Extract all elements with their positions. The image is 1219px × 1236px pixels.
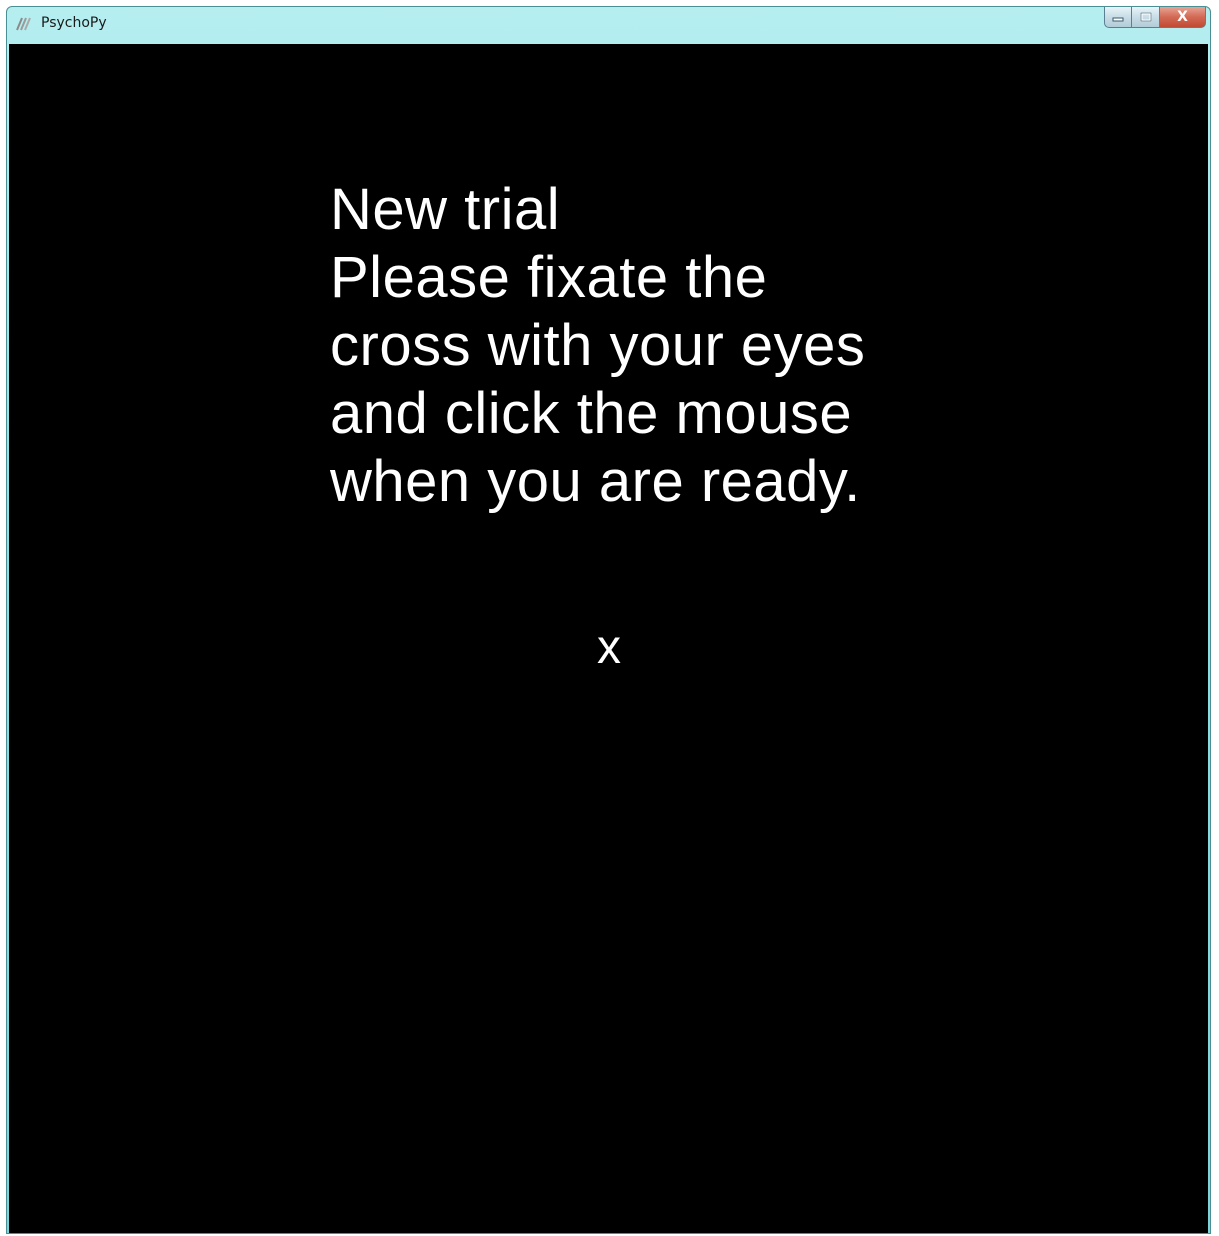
psychopy-icon — [16, 17, 31, 31]
window-title: PsychoPy — [41, 15, 107, 31]
instruction-line: New trial — [330, 177, 561, 242]
close-icon: X — [1177, 9, 1188, 25]
minimize-icon — [1112, 17, 1124, 22]
instruction-line: cross with your eyes — [330, 313, 866, 378]
title-bar[interactable]: PsychoPy X — [7, 7, 1210, 44]
instruction-line: when you are ready. — [330, 449, 861, 514]
instruction-text: New trial Please fixate the cross with y… — [330, 176, 950, 516]
caption-buttons: X — [1104, 7, 1206, 29]
psychopy-window: PsychoPy X New trial Please fixate the c — [6, 6, 1211, 1234]
minimize-button[interactable] — [1104, 7, 1132, 28]
maximize-icon — [1140, 12, 1151, 22]
maximize-button[interactable] — [1132, 7, 1160, 28]
instruction-line: and click the mouse — [330, 381, 853, 446]
close-button[interactable]: X — [1160, 7, 1206, 28]
stimulus-canvas[interactable]: New trial Please fixate the cross with y… — [9, 44, 1208, 1233]
instruction-line: Please fixate the — [330, 245, 768, 310]
fixation-cross: x — [597, 621, 621, 674]
